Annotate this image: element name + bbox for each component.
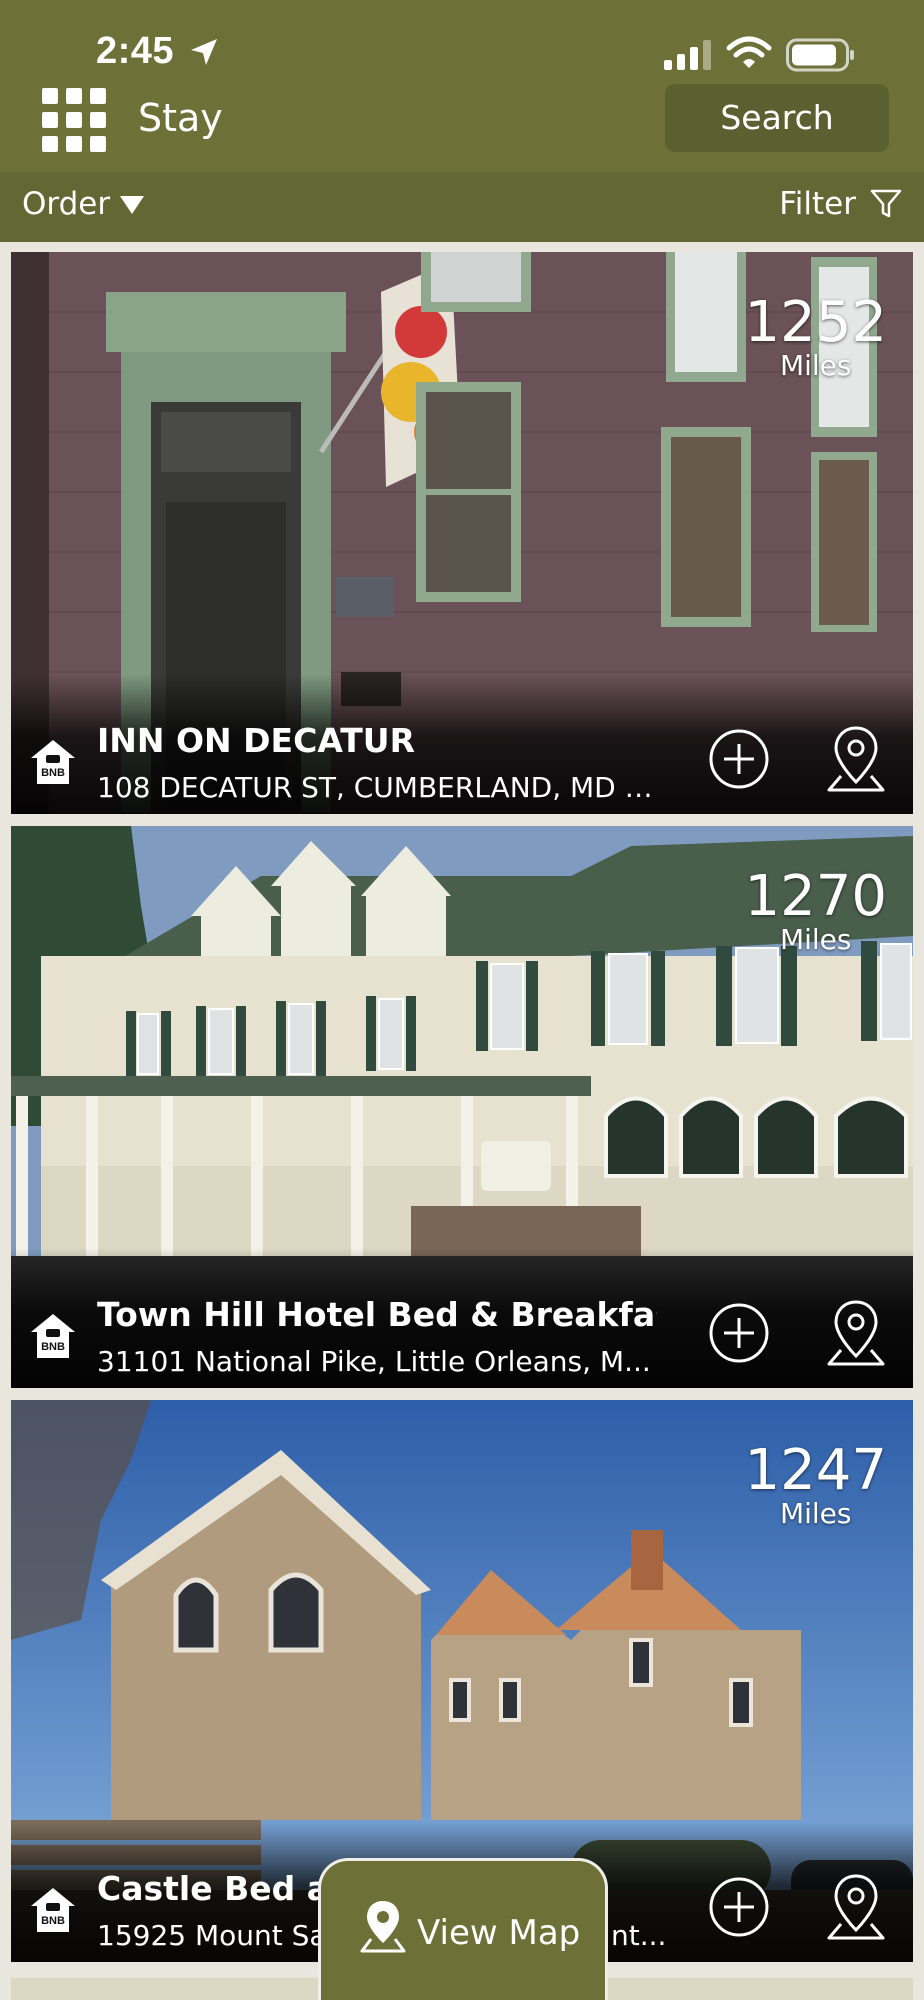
svg-text:BNB: BNB <box>41 1915 65 1927</box>
listing-card[interactable]: 1252 Miles BNB INN ON DECATUR 108 DECATU… <box>11 252 913 814</box>
map-pin-icon <box>360 1901 406 1953</box>
page-title: Stay <box>138 96 223 140</box>
listing-address: 15925 Mount Sa <box>97 1919 327 1952</box>
app-bar: Stay Search <box>0 80 924 172</box>
distance-badge: 1252 Miles <box>744 294 887 380</box>
view-map-button[interactable]: View Map <box>318 1858 608 2000</box>
view-map-label: View Map <box>417 1913 581 1953</box>
distance-badge: 1270 Miles <box>744 868 887 954</box>
distance-value: 1252 <box>744 290 887 355</box>
add-circle-icon[interactable] <box>708 1302 770 1364</box>
listing-card[interactable]: 1270 Miles BNB Town Hill Hotel Bed & Bre… <box>11 826 913 1388</box>
caret-down-icon <box>120 196 145 214</box>
distance-unit: Miles <box>779 923 852 956</box>
grid-menu-icon[interactable] <box>42 88 106 152</box>
distance-badge: 1247 Miles <box>744 1442 887 1528</box>
filter-label: Filter <box>779 186 856 222</box>
distance-value: 1247 <box>744 1438 887 1503</box>
sort-filter-toolbar: Order Filter <box>0 172 924 242</box>
filter-funnel-icon <box>870 189 902 218</box>
filter-button[interactable]: Filter <box>779 186 902 222</box>
listing-address: 108 DECATUR ST, CUMBERLAND, MD 2... <box>97 771 657 804</box>
map-pin-icon[interactable] <box>825 724 887 794</box>
add-circle-icon[interactable] <box>708 1876 770 1938</box>
svg-text:BNB: BNB <box>41 1341 65 1353</box>
cellular-signal-icon <box>664 40 711 70</box>
order-dropdown[interactable]: Order <box>22 186 145 222</box>
map-pin-icon[interactable] <box>825 1872 887 1942</box>
listing-address: 31101 National Pike, Little Orleans, M..… <box>97 1345 651 1378</box>
add-circle-icon[interactable] <box>708 728 770 790</box>
map-pin-icon[interactable] <box>825 1298 887 1368</box>
bnb-icon: BNB <box>31 1888 75 1932</box>
listing-address-tail: nt... <box>611 1919 667 1952</box>
location-arrow-icon <box>191 39 217 65</box>
status-time: 2:45 <box>96 30 175 72</box>
wifi-icon <box>726 36 772 68</box>
app-header: 2:45 Stay Search <box>0 0 924 172</box>
distance-unit: Miles <box>779 349 852 382</box>
svg-text:BNB: BNB <box>41 767 65 779</box>
distance-unit: Miles <box>779 1497 852 1530</box>
status-bar: 2:45 <box>0 0 924 80</box>
search-button[interactable]: Search <box>665 84 889 152</box>
bnb-icon: BNB <box>31 740 75 784</box>
listing-name[interactable]: Town Hill Hotel Bed & Breakfast <box>97 1295 657 1334</box>
order-label: Order <box>22 186 111 222</box>
battery-icon <box>786 38 854 72</box>
listing-name[interactable]: INN ON DECATUR <box>97 721 657 760</box>
distance-value: 1270 <box>744 864 887 929</box>
bnb-icon: BNB <box>31 1314 75 1358</box>
